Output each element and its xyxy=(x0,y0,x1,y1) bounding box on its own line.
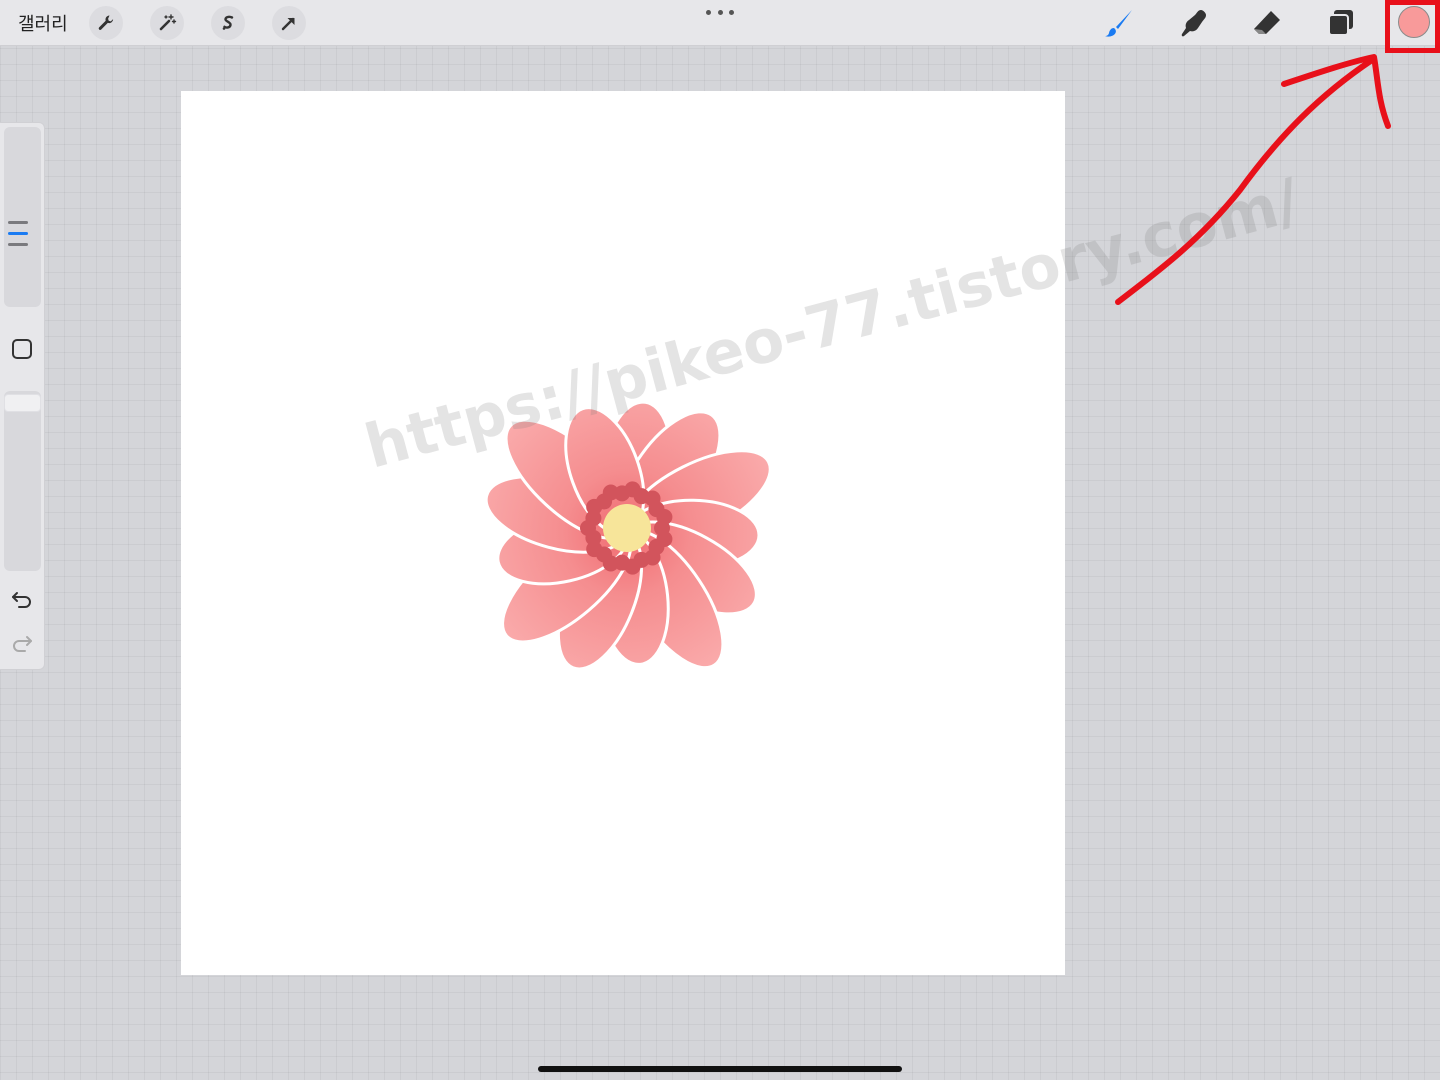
redo-icon[interactable] xyxy=(10,631,34,655)
layers-button[interactable] xyxy=(1323,6,1359,40)
layers-icon xyxy=(1328,10,1353,36)
selection-button[interactable] xyxy=(211,6,245,40)
drawing-canvas[interactable]: https://pikeo-77.tistory.com/ xyxy=(181,91,1307,975)
gallery-button[interactable]: 갤러리 xyxy=(18,10,68,36)
opacity-slider[interactable] xyxy=(4,391,41,571)
more-dots-icon[interactable] xyxy=(706,6,734,18)
modify-square-icon[interactable] xyxy=(12,339,32,359)
brush-size-slider[interactable] xyxy=(4,127,41,307)
undo-icon[interactable] xyxy=(10,587,34,611)
eraser-icon xyxy=(1254,11,1280,34)
sidebar xyxy=(0,122,45,670)
adjustments-button[interactable] xyxy=(150,6,184,40)
brush-tool-button[interactable] xyxy=(1101,6,1137,40)
eraser-tool-button[interactable] xyxy=(1249,6,1285,40)
flower-artwork xyxy=(484,400,772,671)
wrench-icon xyxy=(98,15,114,30)
opacity-slider-thumb[interactable] xyxy=(4,394,41,412)
magic-wand-icon xyxy=(159,14,177,31)
top-toolbar: 갤러리 xyxy=(0,0,1440,46)
highlight-box xyxy=(1385,0,1440,53)
smudge-tool-button[interactable] xyxy=(1175,6,1211,40)
smudge-icon xyxy=(1181,10,1206,37)
brush-icon xyxy=(1105,10,1132,37)
transform-arrow-icon xyxy=(281,17,295,31)
actions-button[interactable] xyxy=(89,6,123,40)
transform-button[interactable] xyxy=(272,6,306,40)
selection-s-icon xyxy=(222,15,234,30)
stamen xyxy=(656,509,673,526)
size-slider-thumb[interactable] xyxy=(8,221,28,254)
home-indicator xyxy=(538,1066,902,1072)
